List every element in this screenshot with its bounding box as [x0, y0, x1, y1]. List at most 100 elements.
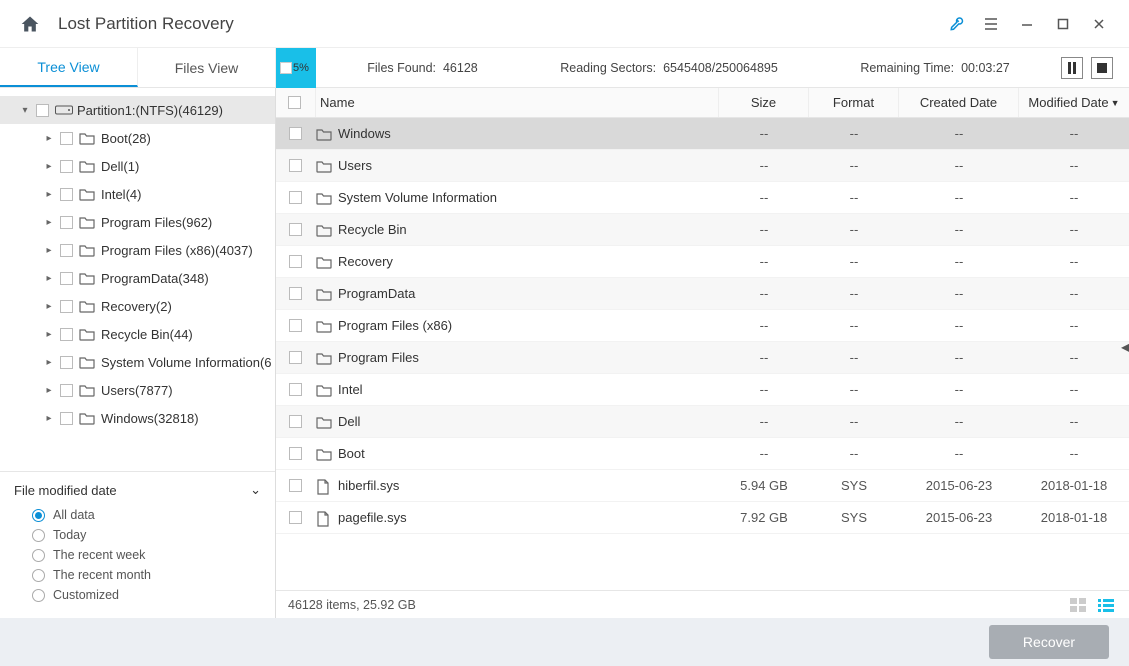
expand-icon[interactable]: ▸ [42, 413, 56, 424]
row-checkbox[interactable] [289, 511, 302, 524]
grid-view-button[interactable] [1067, 596, 1089, 614]
row-name: Recovery [338, 254, 393, 269]
minimize-button[interactable] [1009, 6, 1045, 42]
checkbox[interactable] [60, 300, 73, 313]
tab-tree-view[interactable]: Tree View [0, 48, 138, 87]
checkbox[interactable] [60, 412, 73, 425]
filter-option[interactable]: Today [32, 528, 261, 542]
row-modified: -- [1019, 254, 1129, 269]
table-row[interactable]: Recovery-------- [276, 246, 1129, 278]
row-checkbox[interactable] [289, 191, 302, 204]
table-row[interactable]: Windows-------- [276, 118, 1129, 150]
menu-icon[interactable] [973, 6, 1009, 42]
collapse-icon[interactable]: ▾ [18, 105, 32, 116]
row-checkbox[interactable] [289, 287, 302, 300]
radio[interactable] [32, 509, 45, 522]
row-size: -- [719, 286, 809, 301]
row-checkbox[interactable] [289, 159, 302, 172]
expand-icon[interactable]: ▸ [42, 301, 56, 312]
filter-option[interactable]: The recent week [32, 548, 261, 562]
table-row[interactable]: System Volume Information-------- [276, 182, 1129, 214]
expand-icon[interactable]: ▸ [42, 385, 56, 396]
tree-item[interactable]: ▸Dell(1) [0, 152, 275, 180]
radio[interactable] [32, 529, 45, 542]
side-handle-icon[interactable]: ◀ [1121, 340, 1129, 354]
progress-checkbox[interactable] [280, 62, 292, 74]
checkbox[interactable] [60, 160, 73, 173]
tree-item[interactable]: ▸Program Files(962) [0, 208, 275, 236]
row-checkbox[interactable] [289, 383, 302, 396]
table-row[interactable]: Dell-------- [276, 406, 1129, 438]
folder-icon [79, 131, 95, 145]
row-checkbox[interactable] [289, 447, 302, 460]
table-row[interactable]: Recycle Bin-------- [276, 214, 1129, 246]
list-view-button[interactable] [1095, 596, 1117, 614]
col-created[interactable]: Created Date [899, 88, 1019, 117]
row-checkbox[interactable] [289, 127, 302, 140]
table-row[interactable]: ProgramData-------- [276, 278, 1129, 310]
close-button[interactable] [1081, 6, 1117, 42]
table-row[interactable]: Boot-------- [276, 438, 1129, 470]
tree-item[interactable]: ▸ProgramData(348) [0, 264, 275, 292]
filter-header[interactable]: File modified date ⌄ [14, 482, 261, 498]
expand-icon[interactable]: ▸ [42, 273, 56, 284]
col-modified[interactable]: Modified Date▼ [1019, 88, 1129, 117]
row-checkbox[interactable] [289, 255, 302, 268]
row-checkbox[interactable] [289, 319, 302, 332]
row-name: Recycle Bin [338, 222, 407, 237]
checkbox[interactable] [60, 356, 73, 369]
checkbox[interactable] [60, 132, 73, 145]
checkbox[interactable] [60, 272, 73, 285]
filter-option[interactable]: The recent month [32, 568, 261, 582]
tree-item[interactable]: ▸Windows(32818) [0, 404, 275, 432]
table-row[interactable]: Program Files (x86)-------- [276, 310, 1129, 342]
row-checkbox[interactable] [289, 479, 302, 492]
col-size[interactable]: Size [719, 88, 809, 117]
checkbox[interactable] [60, 244, 73, 257]
recover-button[interactable]: Recover [989, 625, 1109, 659]
table-row[interactable]: Users-------- [276, 150, 1129, 182]
col-name[interactable]: Name [316, 88, 719, 117]
select-all-checkbox[interactable] [288, 96, 301, 109]
row-checkbox[interactable] [289, 351, 302, 364]
checkbox[interactable] [36, 104, 49, 117]
col-format[interactable]: Format [809, 88, 899, 117]
expand-icon[interactable]: ▸ [42, 133, 56, 144]
tree-item[interactable]: ▸Program Files (x86)(4037) [0, 236, 275, 264]
tree-item[interactable]: ▸Boot(28) [0, 124, 275, 152]
expand-icon[interactable]: ▸ [42, 245, 56, 256]
pause-button[interactable] [1061, 57, 1083, 79]
checkbox[interactable] [60, 188, 73, 201]
radio[interactable] [32, 589, 45, 602]
filter-option[interactable]: Customized [32, 588, 261, 602]
stop-button[interactable] [1091, 57, 1113, 79]
radio[interactable] [32, 569, 45, 582]
home-icon[interactable] [20, 14, 40, 34]
tab-files-view[interactable]: Files View [138, 48, 276, 87]
tree-item[interactable]: ▸Recycle Bin(44) [0, 320, 275, 348]
filter-option[interactable]: All data [32, 508, 261, 522]
expand-icon[interactable]: ▸ [42, 161, 56, 172]
table-row[interactable]: Intel-------- [276, 374, 1129, 406]
checkbox[interactable] [60, 216, 73, 229]
key-icon[interactable] [937, 6, 973, 42]
expand-icon[interactable]: ▸ [42, 357, 56, 368]
radio[interactable] [32, 549, 45, 562]
expand-icon[interactable]: ▸ [42, 329, 56, 340]
tree-item[interactable]: ▸Intel(4) [0, 180, 275, 208]
row-checkbox[interactable] [289, 415, 302, 428]
checkbox[interactable] [60, 328, 73, 341]
table-row[interactable]: Program Files-------- [276, 342, 1129, 374]
expand-icon[interactable]: ▸ [42, 217, 56, 228]
tree-root[interactable]: ▾ Partition1:(NTFS)(46129) [0, 96, 275, 124]
filter-option-label: Customized [53, 588, 119, 602]
checkbox[interactable] [60, 384, 73, 397]
expand-icon[interactable]: ▸ [42, 189, 56, 200]
row-checkbox[interactable] [289, 223, 302, 236]
table-row[interactable]: hiberfil.sys5.94 GBSYS2015-06-232018-01-… [276, 470, 1129, 502]
tree-item[interactable]: ▸Recovery(2) [0, 292, 275, 320]
table-row[interactable]: pagefile.sys7.92 GBSYS2015-06-232018-01-… [276, 502, 1129, 534]
tree-item[interactable]: ▸System Volume Information(6 [0, 348, 275, 376]
tree-item[interactable]: ▸Users(7877) [0, 376, 275, 404]
maximize-button[interactable] [1045, 6, 1081, 42]
